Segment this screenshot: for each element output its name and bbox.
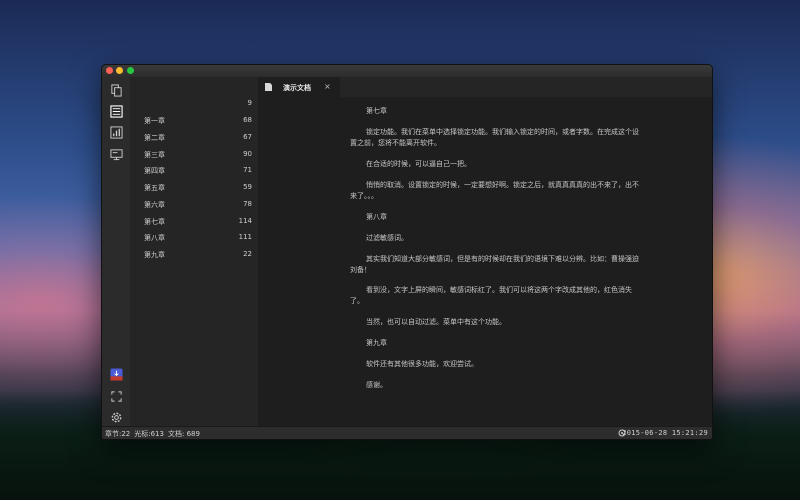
toc-count: 78 — [243, 200, 252, 208]
toc-count: 22 — [243, 250, 252, 258]
paragraph: 过滤敏感词。 — [366, 234, 408, 242]
toc-item[interactable]: 第六章 78 — [130, 196, 258, 212]
toc-count: 114 — [238, 217, 252, 225]
toc-count: 67 — [243, 133, 252, 141]
toc-item[interactable]: 第一章 68 — [130, 112, 258, 128]
toc-item[interactable]: 第八章 111 — [130, 229, 258, 245]
paragraph: 悄悄的取消。设置锁定的时候，一定要想好啊。锁定之后，就真真真真的出不来了，出不来… — [350, 181, 639, 200]
toc-item[interactable]: 第五章 59 — [130, 179, 258, 195]
toc-item[interactable]: 第七章 114 — [130, 213, 258, 229]
tab-document[interactable]: 演示文档 × — [258, 77, 340, 97]
files-icon[interactable] — [109, 83, 123, 97]
activity-bar — [102, 77, 130, 426]
outline-icon[interactable] — [109, 104, 123, 118]
toc-title: 第一章 — [144, 117, 165, 125]
toc-item[interactable]: 第九章 22 — [130, 246, 258, 262]
zoom-window-button[interactable] — [127, 67, 134, 74]
toc-title: 第七章 — [144, 218, 165, 226]
cursor-count: 光标:613 — [134, 430, 164, 438]
preview-icon[interactable] — [109, 147, 123, 161]
app-window: 9 第一章 68 第二章 67 第三章 90 第四章 71 第五章 59 第六章 78 第七… — [101, 64, 713, 440]
toc-item[interactable]: 第三章 90 — [130, 146, 258, 162]
toc-title: 第二章 — [144, 134, 165, 142]
stats-icon[interactable] — [109, 125, 123, 139]
toc-count: 9 — [247, 99, 252, 107]
paragraph: 看到没，文字上屏的瞬间，敏感词标红了。我们可以将这两个字改成其他的，红色消失了。 — [350, 286, 632, 305]
toc-title: 第三章 — [144, 151, 165, 159]
toc-item[interactable]: 9 — [130, 95, 258, 111]
document-count: 文档: 689 — [168, 430, 200, 438]
editor-pane: 演示文档 × 第七章 锁定功能。我们在菜单中选择锁定功能。我们输入锁定的时间，或… — [258, 77, 712, 426]
paragraph: 软件还有其他很多功能，欢迎尝试。 — [366, 360, 478, 368]
toc-title: 第五章 — [144, 184, 165, 192]
toc-count: 68 — [243, 116, 252, 124]
gear-icon[interactable] — [109, 410, 123, 424]
toc-title: 第四章 — [144, 167, 165, 175]
toc-count: 71 — [243, 166, 252, 174]
toc-count: 90 — [243, 150, 252, 158]
paragraph: 第八章 — [366, 213, 387, 221]
chapter-count: 章节:22 — [105, 430, 131, 438]
datetime: 2015-06-28 15:21:29 — [622, 429, 708, 437]
toc-item[interactable]: 第二章 67 — [130, 129, 258, 145]
tab-bar: 演示文档 × — [258, 77, 712, 97]
toc-title: 第九章 — [144, 251, 165, 259]
status-bar: 章节:22 光标:613 文档: 689 2015-06-28 15:21:29 — [102, 426, 712, 439]
paragraph: 第九章 — [366, 339, 387, 347]
toc-count: 111 — [238, 233, 252, 241]
toc-title: 第六章 — [144, 201, 165, 209]
paragraph: 锁定功能。我们在菜单中选择锁定功能。我们输入锁定的时间，或者字数。在完成这个设置… — [350, 128, 639, 147]
toc-item[interactable]: 第四章 71 — [130, 162, 258, 178]
fullscreen-icon[interactable] — [109, 389, 123, 403]
title-bar — [102, 65, 712, 77]
close-tab-icon[interactable]: × — [324, 82, 331, 91]
paragraph: 第七章 — [366, 107, 387, 115]
close-window-button[interactable] — [106, 67, 113, 74]
paragraph: 当然，也可以自动过滤。菜单中有这个功能。 — [366, 318, 506, 326]
minimize-window-button[interactable] — [116, 67, 123, 74]
paragraph: 感谢。 — [366, 381, 387, 389]
app-badge-icon[interactable] — [109, 367, 123, 381]
document-icon — [265, 83, 272, 91]
paragraph: 其实我们知道大部分敏感词，但是有的时候却在我们的语境下难以分辨。比如：曹操强迫刘… — [350, 255, 639, 274]
toc-count: 59 — [243, 183, 252, 191]
toc-title: 第八章 — [144, 234, 165, 242]
paragraph: 在合适的时候，可以逼自己一把。 — [366, 160, 471, 168]
tab-label: 演示文档 — [283, 84, 311, 92]
chapter-sidebar: 9 第一章 68 第二章 67 第三章 90 第四章 71 第五章 59 第六章 78 第七… — [130, 77, 258, 426]
